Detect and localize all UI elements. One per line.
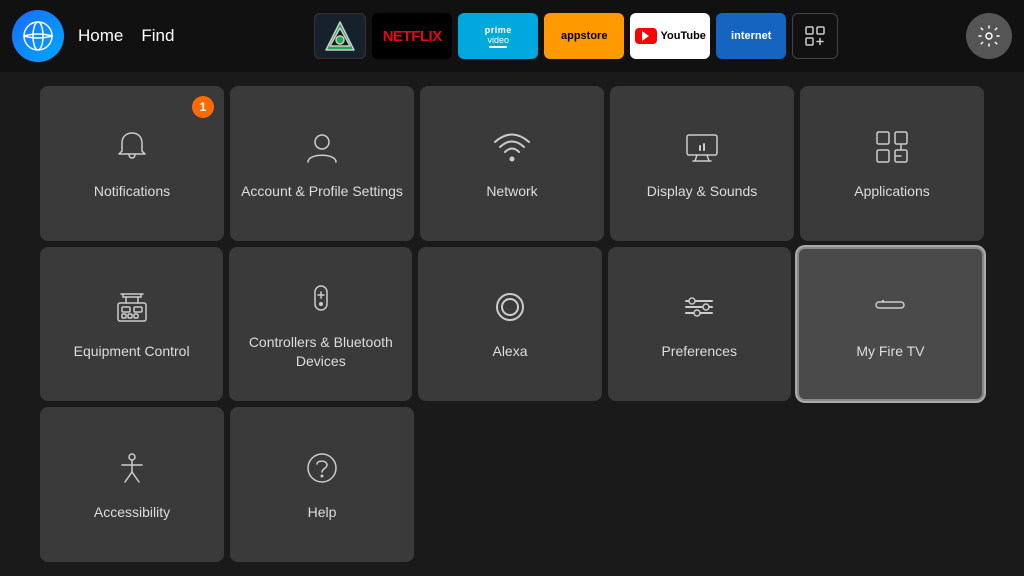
netflix-label: NETFLIX [383, 28, 442, 45]
accessibility-icon [112, 448, 152, 493]
nav-links: Home Find [78, 26, 174, 46]
app-kodi[interactable] [314, 13, 366, 59]
empty-tile-3 [800, 407, 984, 562]
tile-myfiretv-label: My Fire TV [856, 342, 924, 360]
settings-button[interactable] [966, 13, 1012, 59]
app-internet[interactable]: internet [716, 13, 786, 59]
nav-home[interactable]: Home [78, 26, 123, 46]
app-prime[interactable]: prime video [458, 13, 538, 59]
tile-equipment[interactable]: Equipment Control [40, 247, 223, 402]
tile-notifications[interactable]: Notifications 1 [40, 86, 224, 241]
nav-apps: NETFLIX prime video appstore YouTube [198, 13, 954, 59]
tile-help[interactable]: Help [230, 407, 414, 562]
tile-accessibility-label: Accessibility [94, 503, 170, 521]
tile-controllers-label: Controllers & Bluetooth Devices [229, 333, 412, 369]
wifi-icon [492, 127, 532, 172]
empty-tile-2 [610, 407, 794, 562]
applications-icon [872, 127, 912, 172]
app-youtube[interactable]: YouTube [630, 13, 710, 59]
internet-label: internet [731, 30, 771, 42]
tile-network[interactable]: Network [420, 86, 604, 241]
notifications-badge: 1 [192, 96, 214, 118]
appstore-label: appstore [561, 30, 607, 42]
youtube-label: YouTube [661, 30, 706, 42]
controllers-icon [301, 278, 341, 323]
tile-account[interactable]: Account & Profile Settings [230, 86, 414, 241]
tile-alexa[interactable]: Alexa [418, 247, 601, 402]
tile-account-label: Account & Profile Settings [241, 182, 403, 200]
youtube-icon-wrap: YouTube [635, 28, 706, 44]
nav-bar: Home Find NETFLIX prime video appstore [0, 0, 1024, 72]
grid-row-2: Equipment Control Controllers & Bluetoot… [40, 247, 984, 402]
tile-help-label: Help [308, 503, 337, 521]
tile-controllers[interactable]: Controllers & Bluetooth Devices [229, 247, 412, 402]
empty-tile-1 [420, 407, 604, 562]
bell-icon [112, 127, 152, 172]
alexa-icon [490, 287, 530, 332]
tile-preferences-label: Preferences [661, 342, 736, 360]
grid-row-1: Notifications 1 Account & Profile Settin… [40, 86, 984, 241]
tile-equipment-label: Equipment Control [74, 342, 190, 360]
tile-notifications-label: Notifications [94, 182, 170, 200]
tile-alexa-label: Alexa [492, 342, 527, 360]
youtube-play-icon [635, 28, 657, 44]
tile-applications[interactable]: Applications [800, 86, 984, 241]
account-icon [302, 127, 342, 172]
myfiretv-icon [870, 287, 910, 332]
preferences-icon [679, 287, 719, 332]
app-grid[interactable] [792, 13, 838, 59]
display-icon [682, 127, 722, 172]
tile-display[interactable]: Display & Sounds [610, 86, 794, 241]
tile-display-label: Display & Sounds [647, 182, 758, 200]
youtube-triangle [642, 31, 649, 41]
logo[interactable] [12, 10, 64, 62]
grid-row-3: Accessibility Help [40, 407, 984, 562]
equipment-icon [112, 287, 152, 332]
tile-accessibility[interactable]: Accessibility [40, 407, 224, 562]
tile-preferences[interactable]: Preferences [608, 247, 791, 402]
app-appstore[interactable]: appstore [544, 13, 624, 59]
tile-network-label: Network [486, 182, 537, 200]
help-icon [302, 448, 342, 493]
app-netflix[interactable]: NETFLIX [372, 13, 452, 59]
tile-applications-label: Applications [854, 182, 930, 200]
nav-find[interactable]: Find [141, 26, 174, 46]
main-content: Notifications 1 Account & Profile Settin… [0, 72, 1024, 576]
tile-myfiretv[interactable]: My Fire TV [797, 247, 984, 402]
